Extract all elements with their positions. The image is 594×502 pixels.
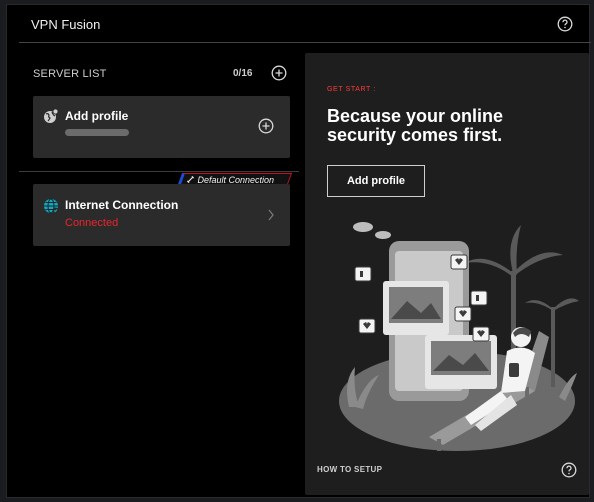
help-icon[interactable]: [561, 462, 577, 478]
section-divider: [19, 171, 299, 172]
internet-connection-card[interactable]: Internet Connection Connected: [33, 184, 290, 246]
add-profile-label: Add profile: [65, 109, 129, 123]
title-bar: VPN Fusion: [7, 5, 589, 45]
server-count: 0/16: [233, 68, 253, 79]
get-started-panel: GET START : Because your online security…: [305, 53, 589, 495]
title-divider: [19, 42, 591, 43]
server-list-panel: SERVER LIST 0/16 Add profile Default Con…: [19, 53, 301, 495]
add-circle-icon[interactable]: [258, 118, 274, 134]
add-circle-icon[interactable]: [271, 65, 287, 81]
placeholder-bar: [65, 129, 129, 136]
promo-headline: Because your online security comes first…: [327, 106, 504, 145]
add-profile-card[interactable]: Add profile: [33, 96, 290, 158]
internet-globe-icon: [44, 198, 59, 214]
server-list-header: SERVER LIST 0/16: [33, 65, 299, 83]
profile-globe-icon: [44, 108, 59, 123]
security-illustration: [339, 222, 579, 451]
add-profile-button[interactable]: Add profile: [327, 165, 425, 197]
get-start-label: GET START :: [327, 86, 376, 93]
help-icon[interactable]: [557, 16, 573, 32]
server-list-label: SERVER LIST: [33, 68, 107, 80]
how-to-setup-link[interactable]: HOW TO SETUP: [317, 465, 382, 474]
chevron-right-icon[interactable]: [267, 209, 275, 221]
page-title: VPN Fusion: [31, 17, 101, 32]
vpn-fusion-window: VPN Fusion SERVER LIST 0/16 Add profile: [6, 4, 591, 498]
connection-status: Connected: [65, 217, 119, 229]
internet-connection-label: Internet Connection: [65, 198, 179, 212]
link-icon: [186, 175, 195, 184]
